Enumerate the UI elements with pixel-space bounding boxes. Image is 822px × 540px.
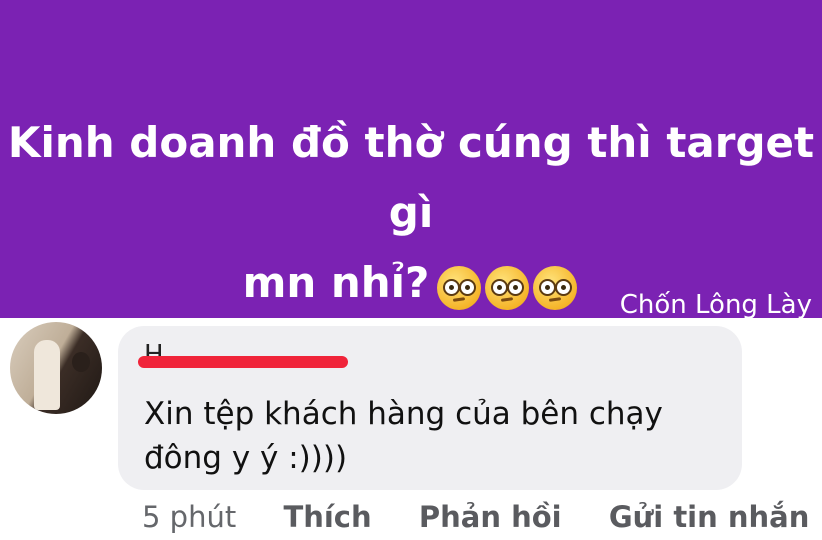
redaction-mark [138, 356, 348, 368]
flushed-face-icon [485, 266, 530, 310]
post-text: Kinh doanh đồ thờ cúng thì target gì mn … [0, 108, 822, 321]
flushed-face-icon [437, 266, 482, 310]
avatar-figure [34, 340, 60, 410]
reply-button[interactable]: Phản hồi [419, 500, 562, 534]
comment-text: Xin tệp khách hàng của bên chạy đông y ý… [144, 396, 663, 476]
comment-bubble: H Xin tệp khách hàng của bên chạy đông y… [118, 326, 742, 490]
post-text-line-1: Kinh doanh đồ thờ cúng thì target gì [7, 118, 815, 237]
post-card: Kinh doanh đồ thờ cúng thì target gì mn … [0, 0, 822, 321]
flushed-face-icon [533, 266, 578, 310]
like-button[interactable]: Thích [283, 500, 371, 534]
avatar-person [72, 352, 90, 372]
avatar[interactable] [10, 322, 102, 414]
emoji-group [435, 251, 579, 321]
watermark: Chốn Lông Lày [619, 290, 812, 320]
send-message-button[interactable]: Gửi tin nhắn [609, 500, 810, 534]
comment-actions: 5 phút Thích Phản hồi Gửi tin nhắn [142, 500, 822, 540]
comment-timestamp[interactable]: 5 phút [142, 500, 236, 534]
post-text-line-2: mn nhỉ? [242, 258, 430, 307]
